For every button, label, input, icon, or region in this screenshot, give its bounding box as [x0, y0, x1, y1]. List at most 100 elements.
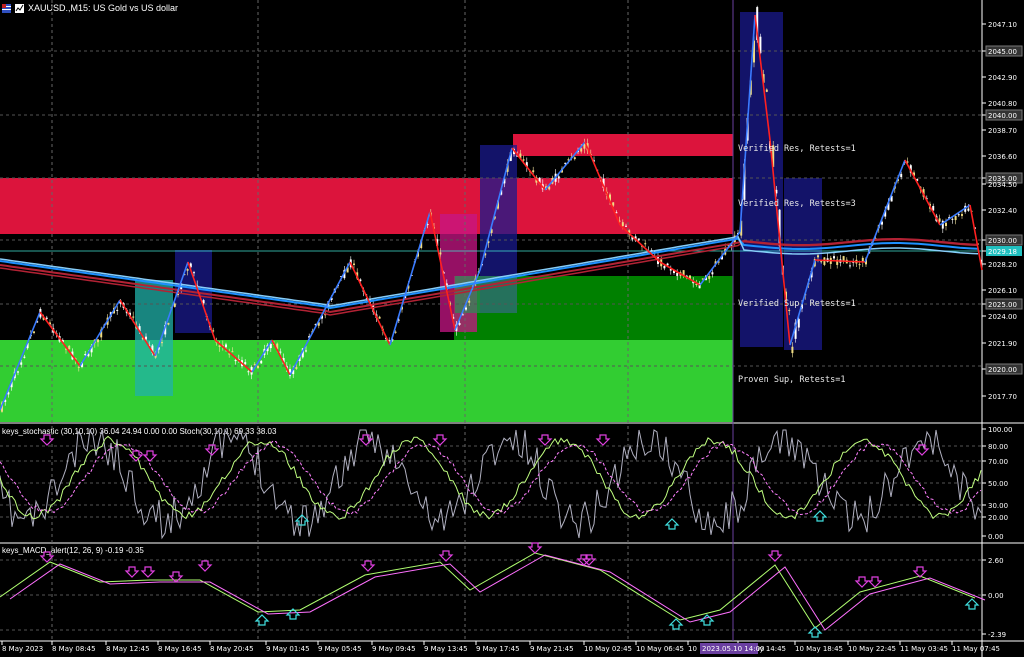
time-tick-label: 10 May 18:45 — [795, 645, 843, 653]
candle-body — [458, 323, 461, 325]
time-tick-label: 9 May 09:45 — [372, 645, 416, 653]
macd-arrow-up-icon — [668, 618, 684, 630]
stochastic-arrow-down-icon — [595, 434, 611, 446]
candle-body — [532, 170, 535, 173]
stochastic-arrow-up-icon — [664, 518, 680, 530]
price-chart[interactable]: Verified Res, Retests=1 Verified Res, Ret… — [0, 0, 1024, 657]
macd-line — [0, 552, 976, 629]
candle-body — [788, 309, 791, 311]
stochastic-arrow-down-icon — [142, 450, 158, 462]
time-tick-label: 9 May 01:45 — [266, 645, 310, 653]
cursor-time-label: 2023.05.10 14:00 — [702, 645, 764, 653]
candle-body — [23, 356, 26, 358]
candle-body — [116, 309, 119, 311]
time-tick-label: 9 May 17:45 — [476, 645, 520, 653]
highlight-box — [740, 12, 783, 347]
resistance-zone — [513, 134, 733, 156]
candle-body — [231, 351, 234, 353]
price-tick-label: 2034.50 — [988, 181, 1017, 189]
zigzag-line — [864, 159, 906, 263]
price-tick-label: 2029.18 — [988, 248, 1017, 256]
zigzag-line — [969, 204, 983, 271]
candle-body — [676, 272, 679, 276]
candle-body — [951, 218, 954, 220]
stochastic-arrow-up-icon — [812, 510, 828, 522]
candle-body — [45, 317, 48, 319]
candle-body — [234, 359, 237, 362]
candle-body — [817, 255, 819, 258]
stochastic-arrow-down-icon — [39, 434, 55, 446]
candle-body — [637, 238, 640, 241]
time-tick-label: 11 May 03:45 — [900, 645, 948, 653]
candle-body — [394, 331, 397, 333]
candle-body — [945, 222, 947, 226]
candle-body — [161, 342, 163, 344]
price-tick-label: 2047.10 — [988, 21, 1017, 29]
stochastic-arrow-down-icon — [432, 434, 448, 446]
zone-label: Verified Res, Retests=1 — [738, 144, 856, 154]
stoch-tick-label: 0.00 — [988, 533, 1004, 541]
candle-body — [820, 261, 823, 263]
price-tick-label: 2026.10 — [988, 287, 1017, 295]
candle-body — [967, 208, 970, 211]
macd-tick-label: -2.39 — [988, 631, 1006, 639]
candle-body — [132, 316, 135, 318]
time-tick-label: 8 May 20:45 — [210, 645, 254, 653]
candle-body — [573, 157, 576, 160]
price-tick-label: 2040.00 — [988, 112, 1017, 120]
candle-body — [17, 371, 19, 373]
candle-body — [666, 263, 669, 266]
time-tick-label: 8 May 2023 — [2, 645, 43, 653]
stoch-tick-label: 20.00 — [988, 514, 1008, 522]
candle-body — [957, 214, 960, 216]
zone-label: Verified Res, Retests=3 — [738, 199, 856, 209]
candle-body — [791, 346, 794, 354]
candle-body — [269, 343, 272, 349]
candle-body — [849, 265, 851, 267]
candle-body — [247, 371, 250, 373]
candle-body — [612, 202, 615, 206]
zigzag-line — [939, 204, 971, 226]
candle-body — [193, 272, 195, 274]
macd-tick-label: 2.60 — [988, 557, 1004, 565]
candle-body — [353, 263, 355, 265]
price-tick-label: 2040.80 — [988, 100, 1017, 108]
stoch-tick-label: 100.00 — [988, 426, 1013, 434]
candle-body — [33, 331, 35, 333]
candle-body — [961, 214, 963, 216]
macd-arrow-down-icon — [867, 576, 883, 588]
candle-body — [257, 365, 259, 368]
candle-body — [77, 366, 80, 368]
time-tick-label: 10 — [688, 645, 697, 653]
candle-body — [167, 322, 170, 325]
candle-body — [260, 360, 263, 364]
highlight-box — [135, 280, 173, 396]
candle-body — [305, 350, 307, 352]
candle-body — [279, 351, 282, 353]
time-tick-label: 10 May 02:45 — [584, 645, 632, 653]
candle-body — [708, 276, 711, 279]
price-tick-label: 2020.00 — [988, 366, 1017, 374]
price-tick-label: 2030.00 — [988, 237, 1017, 245]
price-tick-label: 2042.90 — [988, 74, 1017, 82]
macd-signal-line — [9, 554, 986, 631]
zone-label: Proven Sup, Retests=1 — [738, 375, 845, 385]
macd-arrow-up-icon — [254, 614, 270, 626]
macd-tick-label: 0.00 — [988, 592, 1004, 600]
macd-arrow-down-icon — [197, 560, 213, 572]
candle-body — [68, 345, 71, 350]
candle-body — [621, 222, 624, 227]
price-tick-label: 2032.40 — [988, 207, 1017, 215]
macd-arrow-down-icon — [854, 576, 870, 588]
candle-body — [954, 215, 957, 221]
macd-arrow-down-icon — [527, 542, 543, 554]
candle-body — [20, 362, 23, 365]
price-tick-label: 2017.70 — [988, 393, 1017, 401]
time-tick-label: 9 May 21:45 — [530, 645, 574, 653]
stoch-tick-label: 70.00 — [988, 458, 1008, 466]
candle-body — [173, 303, 176, 307]
candle-body — [644, 243, 647, 245]
candle-body — [186, 269, 189, 271]
candle-body — [938, 218, 941, 222]
zigzag-line — [814, 259, 866, 263]
